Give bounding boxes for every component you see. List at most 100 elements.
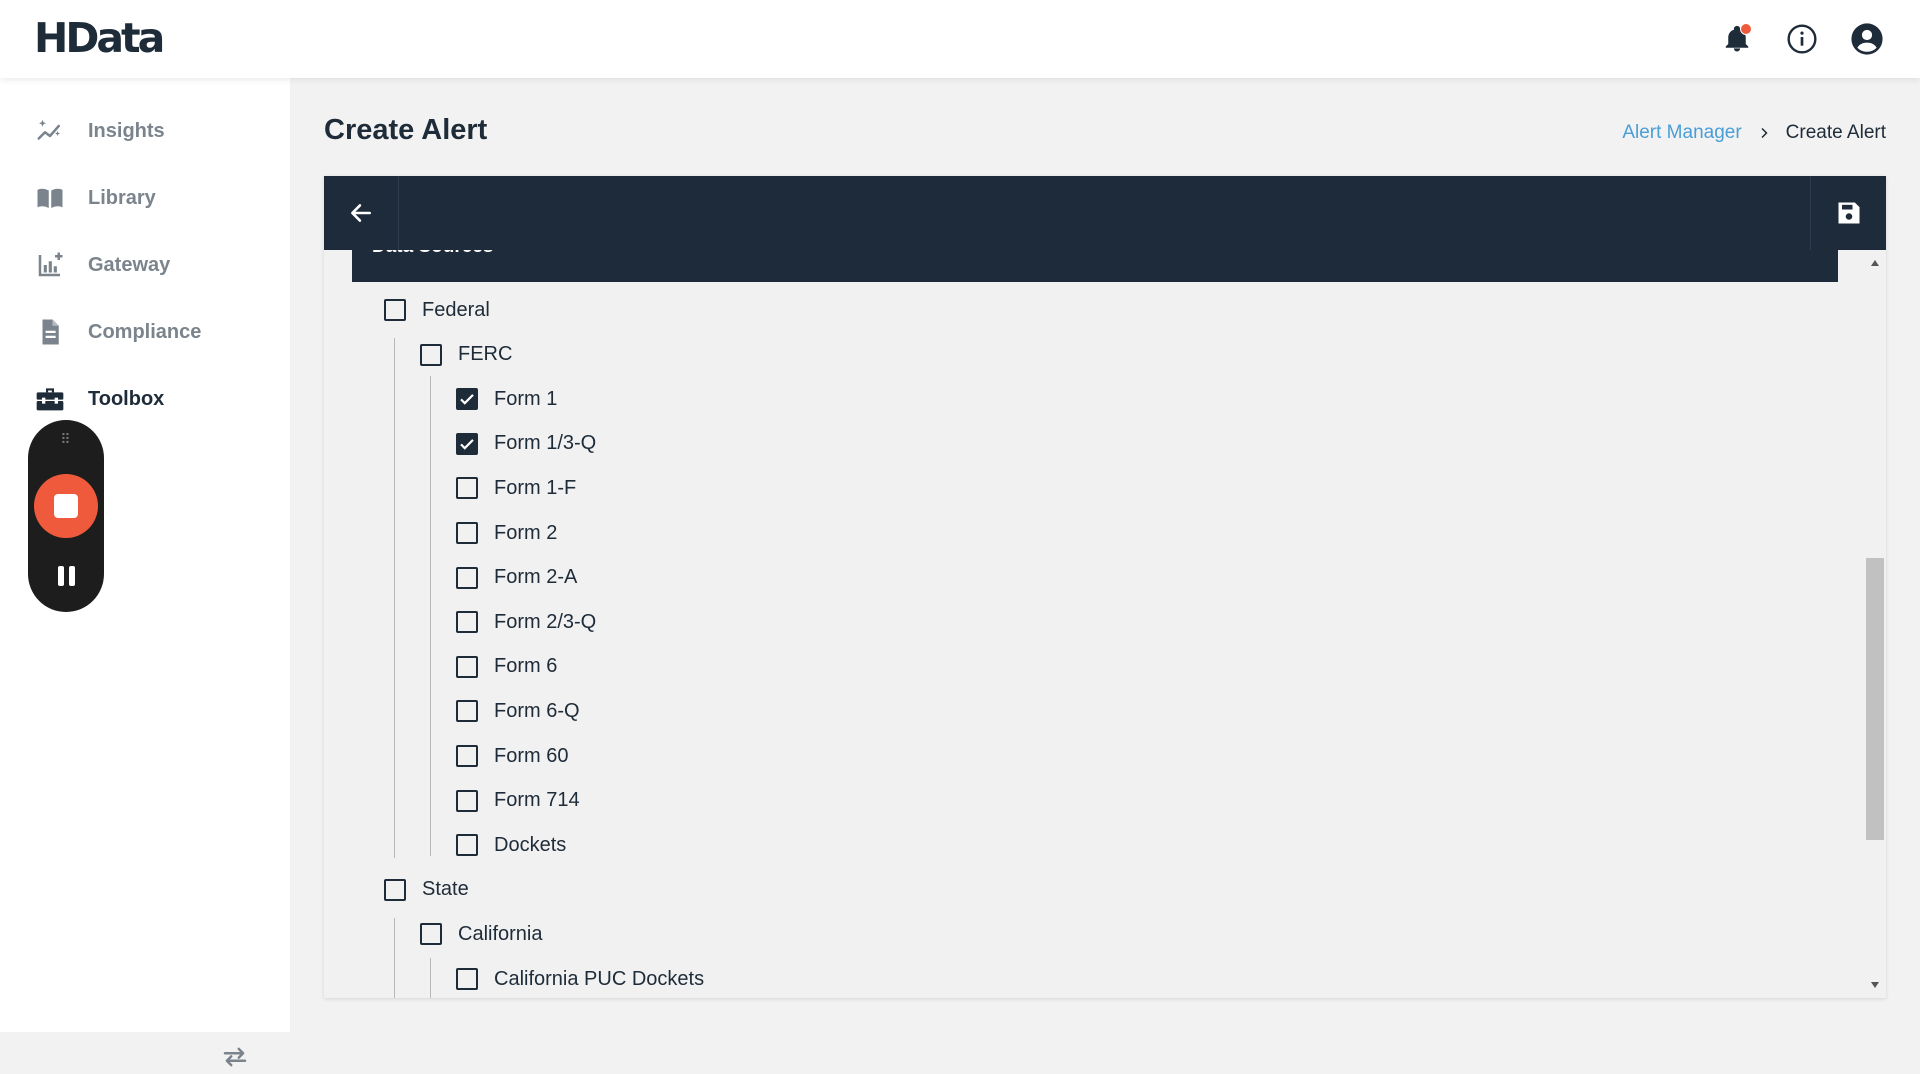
recording-controls: ⠿ — [28, 420, 104, 612]
checkbox[interactable] — [456, 522, 478, 544]
tree-item-label: Dockets — [494, 833, 567, 856]
tree-guide-line — [430, 958, 431, 998]
tree-item[interactable]: Form 2/3-Q — [456, 607, 596, 637]
tree-item[interactable]: Federal — [384, 295, 490, 325]
swap-arrows-icon[interactable] — [218, 1040, 252, 1074]
checkbox[interactable] — [456, 700, 478, 723]
tree-item-label: FERC — [458, 343, 513, 366]
sidebar-item-label: Compliance — [88, 320, 202, 343]
sparkle-chart-icon — [34, 115, 66, 147]
checkmark-icon — [460, 438, 474, 450]
tree-guide-line — [394, 918, 395, 998]
document-icon — [34, 316, 66, 348]
tree-item[interactable]: Form 2 — [456, 518, 557, 548]
checkbox[interactable] — [456, 968, 478, 990]
book-icon — [34, 182, 66, 214]
scrollbar-thumb[interactable] — [1866, 558, 1884, 840]
tree-item-label: Form 1 — [494, 387, 558, 410]
section-header: Data Sources — [352, 250, 1838, 282]
panel-toolbar — [324, 176, 1886, 250]
sidebar-item-label: Library — [88, 186, 156, 209]
tree-item[interactable]: Form 6 — [456, 652, 557, 682]
arrow-left-icon — [351, 204, 371, 222]
breadcrumb-alert-manager[interactable]: Alert Manager — [1622, 122, 1741, 144]
checkbox[interactable] — [456, 789, 478, 812]
sidebar-item-compliance[interactable]: Compliance — [34, 312, 264, 352]
account-icon[interactable] — [1850, 22, 1884, 56]
pause-recording-button[interactable] — [50, 560, 82, 592]
tree-item-label: Form 714 — [494, 789, 580, 812]
tree-item[interactable]: California — [420, 919, 542, 949]
tree-item-label: Form 6 — [494, 655, 558, 678]
tree-item-label: Form 2 — [494, 521, 558, 544]
breadcrumb-current: Create Alert — [1785, 122, 1886, 143]
breadcrumb: Alert Manager Create Alert — [1622, 122, 1886, 144]
tree-item-label: California PUC Dockets — [494, 967, 705, 990]
sidebar-item-library[interactable]: Library — [34, 178, 264, 218]
chart-plus-icon — [34, 249, 66, 281]
save-button[interactable] — [1810, 176, 1886, 250]
checkbox[interactable] — [456, 834, 478, 857]
toolbox-icon — [34, 383, 66, 415]
checkmark-icon — [460, 394, 474, 405]
checkbox[interactable] — [456, 745, 478, 767]
tree-item[interactable]: Form 1-F — [456, 473, 576, 503]
stop-recording-button[interactable] — [34, 474, 98, 538]
checkbox[interactable] — [456, 566, 478, 589]
tree-item-label: Form 6-Q — [494, 699, 580, 722]
scroll-up-icon[interactable] — [1870, 258, 1880, 268]
checkbox[interactable] — [456, 655, 478, 678]
tree-item-label: Form 1/3-Q — [494, 432, 597, 455]
tree-item-label: Form 60 — [494, 744, 569, 767]
sidebar-item-insights[interactable]: Insights — [34, 111, 264, 151]
scroll-down-icon[interactable] — [1870, 980, 1880, 990]
sidebar-item-label: Toolbox — [88, 387, 165, 410]
checkbox[interactable] — [420, 343, 442, 366]
bell-icon[interactable] — [1720, 22, 1754, 56]
tree-guide-line — [394, 338, 395, 858]
section-title: Data Sources — [372, 250, 493, 258]
tree-item-label: California — [458, 922, 543, 945]
chevron-right-icon — [1758, 127, 1770, 139]
tree-item[interactable]: State — [384, 875, 469, 905]
tree-item[interactable]: Form 714 — [456, 786, 580, 816]
tree-item[interactable]: Form 60 — [456, 741, 568, 771]
drag-grip-icon[interactable]: ⠿ — [28, 432, 104, 446]
tree-item[interactable]: Form 1/3-Q — [456, 429, 596, 459]
tree-item[interactable]: Form 2-A — [456, 563, 577, 593]
checkbox-checked[interactable] — [456, 388, 478, 411]
sidebar-item-toolbox[interactable]: Toolbox — [34, 379, 264, 419]
checkbox-checked[interactable] — [456, 432, 478, 455]
tree-item-label: Form 1-F — [494, 476, 577, 499]
tree-item-label: Form 2-A — [494, 566, 578, 589]
notification-dot — [1740, 23, 1752, 35]
tree-item-label: Form 2/3-Q — [494, 610, 597, 633]
tree-item-label: Federal — [422, 298, 490, 321]
tree-item[interactable]: California PUC Dockets — [456, 964, 704, 994]
info-icon[interactable] — [1785, 22, 1819, 56]
checkbox[interactable] — [384, 878, 406, 901]
tree-item[interactable]: Form 1 — [456, 384, 557, 414]
stop-icon — [54, 494, 78, 518]
data-sources-content: Data Sources Federal FERC Form 1 Form 1/3-Q… — [352, 250, 1838, 998]
sidebar-item-label: Gateway — [88, 253, 171, 276]
sidebar-item-label: Insights — [88, 119, 165, 142]
tree-item-label: State — [422, 878, 469, 901]
checkbox[interactable] — [456, 477, 478, 500]
checkbox[interactable] — [384, 299, 406, 321]
top-bar: HData — [0, 0, 1920, 78]
create-alert-panel: Data Sources Federal FERC Form 1 Form 1/3-Q… — [324, 176, 1886, 998]
hdata-logo[interactable]: HData — [34, 16, 165, 60]
tree-item[interactable]: Dockets — [456, 830, 566, 860]
back-button[interactable] — [324, 176, 399, 250]
checkbox[interactable] — [456, 611, 478, 634]
sidebar-item-gateway[interactable]: Gateway — [34, 245, 264, 285]
tree-item[interactable]: Form 6-Q — [456, 696, 580, 726]
save-icon — [1838, 202, 1859, 224]
checkbox[interactable] — [420, 923, 442, 946]
scrollbar[interactable] — [1864, 250, 1886, 998]
page-title: Create Alert — [324, 114, 488, 146]
tree-item[interactable]: FERC — [420, 340, 512, 370]
tree-guide-line — [430, 376, 431, 856]
pause-icon — [57, 566, 64, 586]
